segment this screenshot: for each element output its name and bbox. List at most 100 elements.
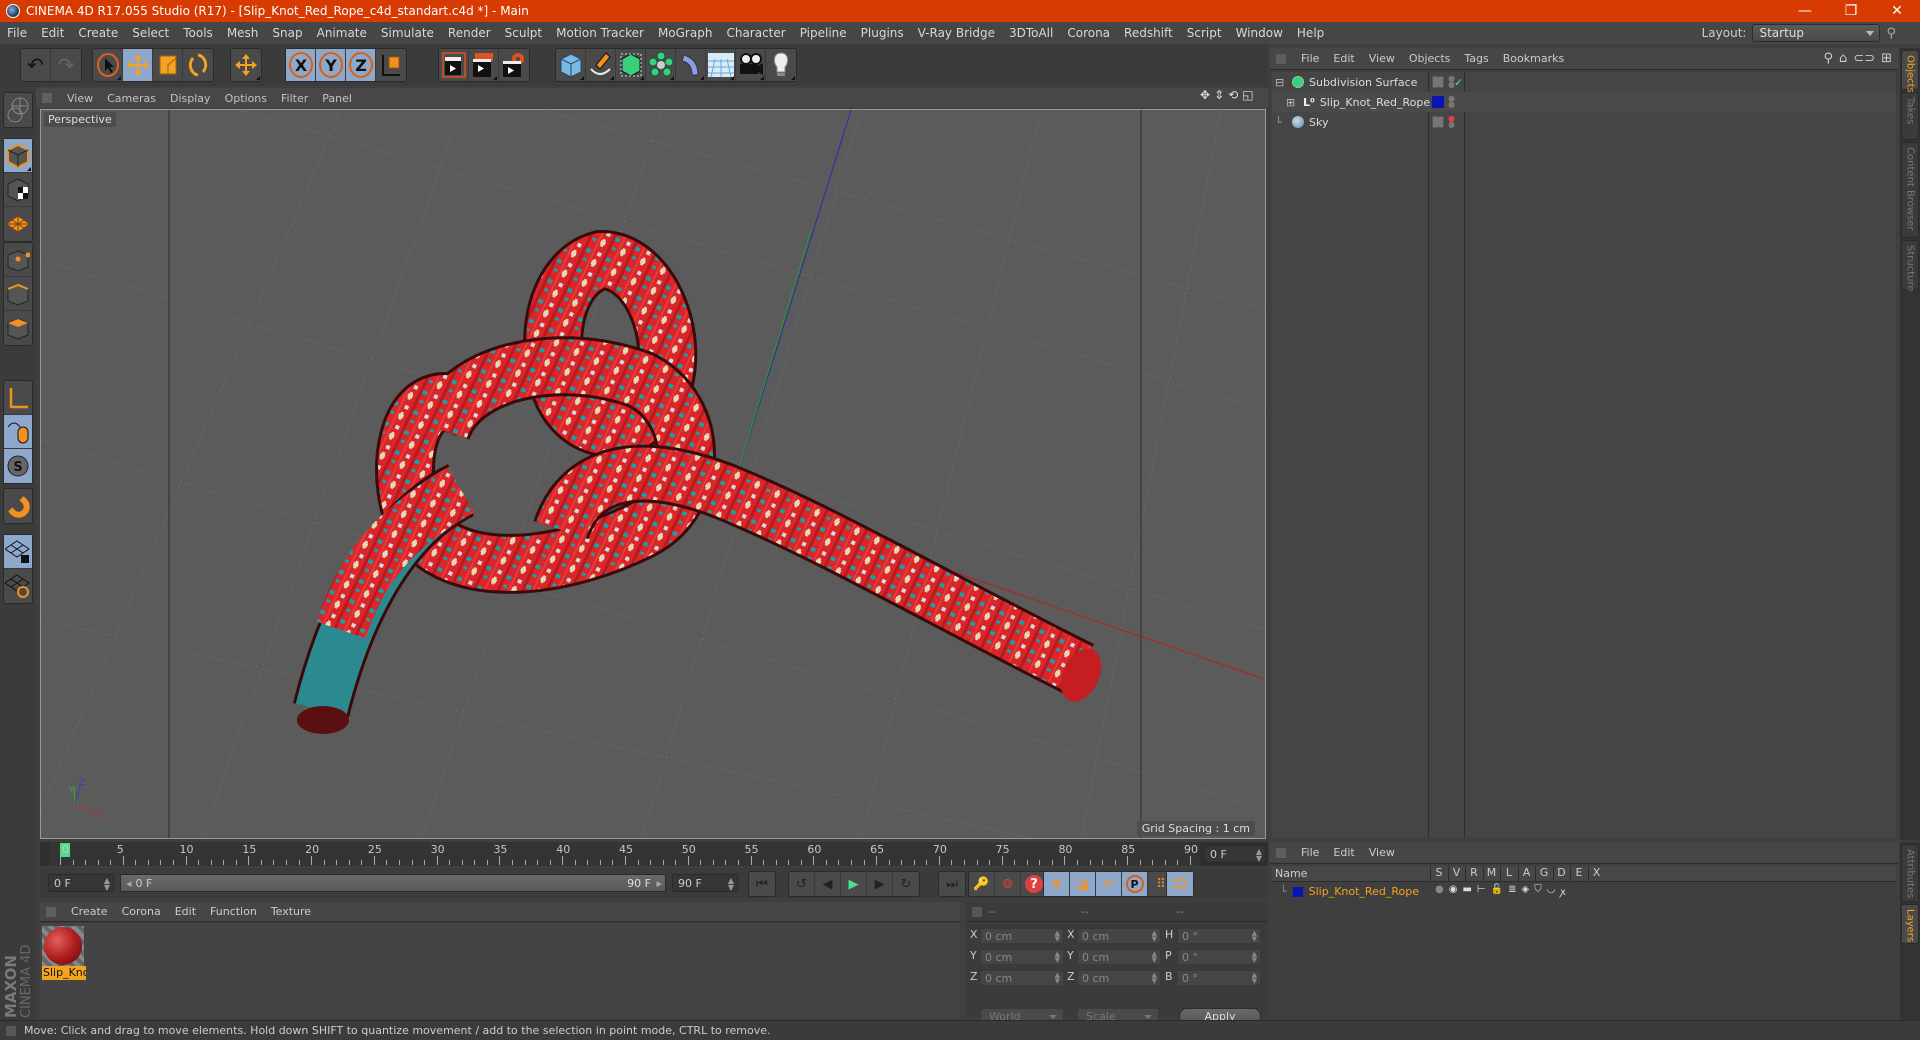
camera-label[interactable]: Perspective bbox=[44, 112, 116, 127]
points-mode-button[interactable] bbox=[4, 243, 32, 277]
viewport-menu-display[interactable]: Display bbox=[163, 92, 218, 105]
slip-knot-rope-model[interactable] bbox=[292, 229, 1109, 734]
polygons-mode-button[interactable] bbox=[4, 311, 32, 345]
layer-column-g[interactable]: G bbox=[1535, 866, 1552, 882]
menu-motion-tracker[interactable]: Motion Tracker bbox=[549, 26, 651, 40]
dolly-view-icon[interactable]: ⇕ bbox=[1214, 88, 1224, 102]
key-rotation-button[interactable]: ⟳ bbox=[1096, 872, 1122, 896]
menu-animate[interactable]: Animate bbox=[310, 26, 374, 40]
key-position-button[interactable]: ✥ bbox=[1044, 872, 1070, 896]
autokeying-button[interactable]: ⦾ bbox=[995, 872, 1021, 896]
add-cloner-button[interactable] bbox=[646, 49, 676, 81]
layer-column-x[interactable]: X bbox=[1587, 866, 1605, 882]
restore-button[interactable]: ❐ bbox=[1828, 0, 1874, 22]
rotation-p-field[interactable]: 0 ° ▲ ▼ bbox=[1177, 949, 1261, 965]
locked-workplane-button[interactable] bbox=[4, 535, 32, 569]
menu-window[interactable]: Window bbox=[1229, 26, 1290, 40]
object-name[interactable]: Sky bbox=[1309, 116, 1328, 129]
layer-color-swatch[interactable] bbox=[1292, 886, 1303, 897]
menu-v-ray-bridge[interactable]: V-Ray Bridge bbox=[911, 26, 1002, 40]
object-menu-objects[interactable]: Objects bbox=[1402, 52, 1458, 65]
layer-column-l[interactable]: L bbox=[1500, 866, 1517, 882]
object-menu-file[interactable]: File bbox=[1294, 52, 1326, 65]
menu-mograph[interactable]: MoGraph bbox=[651, 26, 720, 40]
menu-snap[interactable]: Snap bbox=[265, 26, 309, 40]
visibility-dots-icon[interactable]: ● ● bbox=[1448, 95, 1455, 109]
layer-name[interactable]: Slip_Knot_Red_Rope bbox=[1309, 885, 1419, 898]
axis-mode-button[interactable] bbox=[4, 381, 32, 415]
menu-corona[interactable]: Corona bbox=[1060, 26, 1117, 40]
object-menu-view[interactable]: View bbox=[1362, 52, 1402, 65]
position-x-field[interactable]: 0 cm ▲ ▼ bbox=[980, 928, 1064, 944]
object-row-sky[interactable]: └ Sky ● ● bbox=[1272, 112, 1896, 132]
spinner-icon[interactable]: ▲ ▼ bbox=[1152, 930, 1157, 943]
edges-mode-button[interactable] bbox=[4, 277, 32, 311]
add-floor-button[interactable] bbox=[706, 49, 736, 81]
layer-column-a[interactable]: A bbox=[1517, 866, 1535, 882]
menu-mesh[interactable]: Mesh bbox=[220, 26, 266, 40]
material-item[interactable]: Slip_Knc bbox=[42, 926, 86, 984]
workplane-mode-button[interactable] bbox=[4, 207, 32, 241]
texture-mode-button[interactable] bbox=[4, 173, 32, 207]
close-button[interactable]: ✕ bbox=[1874, 0, 1920, 22]
rotation-b-field[interactable]: 0 ° ▲ ▼ bbox=[1177, 970, 1261, 986]
spinner-icon[interactable]: ▲ ▼ bbox=[1252, 930, 1257, 943]
menu-help[interactable]: Help bbox=[1290, 26, 1331, 40]
panel-grip-icon[interactable] bbox=[1276, 847, 1286, 858]
start-frame-field[interactable]: 0 F ▲ ▼ bbox=[48, 874, 114, 892]
end-frame-field[interactable]: 90 F ▲ ▼ bbox=[672, 874, 738, 892]
size-x-field[interactable]: 0 cm ▲ ▼ bbox=[1077, 928, 1161, 944]
viewport-menu-view[interactable]: View bbox=[60, 92, 100, 105]
recent-tool-button[interactable] bbox=[231, 49, 261, 81]
panel-grip-icon[interactable] bbox=[1276, 53, 1286, 64]
make-editable-button[interactable] bbox=[4, 93, 32, 127]
spinner-icon[interactable]: ▲ ▼ bbox=[1055, 951, 1060, 964]
menu-pipeline[interactable]: Pipeline bbox=[793, 26, 854, 40]
home-icon[interactable]: ⌂ bbox=[1839, 51, 1847, 66]
spinner-icon[interactable]: ▲ ▼ bbox=[1252, 972, 1257, 985]
spinner-icon[interactable]: ▲ ▼ bbox=[1152, 972, 1157, 985]
z-axis-lock-button[interactable]: Z bbox=[346, 49, 376, 81]
snap-button[interactable] bbox=[4, 489, 32, 523]
move-tool-button[interactable] bbox=[123, 49, 153, 81]
object-name[interactable]: Subdivision Surface bbox=[1309, 76, 1417, 89]
material-menu-function[interactable]: Function bbox=[203, 905, 264, 918]
new-panel-icon[interactable]: ⊞ bbox=[1881, 51, 1892, 66]
layer-menu-edit[interactable]: Edit bbox=[1326, 846, 1361, 859]
add-cube-button[interactable] bbox=[556, 49, 586, 81]
enabled-check-icon[interactable]: ✓ bbox=[1454, 76, 1463, 89]
deformer-shield-icon[interactable]: ⛉ bbox=[1534, 884, 1542, 898]
timeline-window-button[interactable]: 🎞 bbox=[1167, 872, 1193, 896]
scale-tool-button[interactable] bbox=[153, 49, 183, 81]
visible-eye-icon[interactable]: ◉ bbox=[1449, 884, 1458, 898]
frame-ruler[interactable]: 0 5 10 15 20 25 30 35 40 45 50 55 60 65 70 75 80 85 90 bbox=[50, 842, 1200, 866]
previous-frame-button[interactable]: ◀ bbox=[815, 872, 841, 896]
render-to-picture-viewer-button[interactable] bbox=[469, 49, 499, 81]
play-button[interactable]: ▶ bbox=[841, 872, 867, 896]
x-axis-lock-button[interactable]: X bbox=[286, 49, 316, 81]
range-end-handle-icon[interactable]: ▸ bbox=[656, 877, 662, 890]
layer-column-v[interactable]: V bbox=[1447, 866, 1465, 882]
previous-key-button[interactable]: ↺ bbox=[789, 872, 815, 896]
position-y-field[interactable]: 0 cm ▲ ▼ bbox=[980, 949, 1064, 965]
menu-3dtoall[interactable]: 3DToAll bbox=[1002, 26, 1060, 40]
toggle-layout-icon[interactable]: ◱ bbox=[1242, 88, 1253, 102]
layer-column-name[interactable]: Name bbox=[1275, 867, 1307, 880]
rotation-h-field[interactable]: 0 ° ▲ ▼ bbox=[1177, 928, 1261, 944]
object-menu-bookmarks[interactable]: Bookmarks bbox=[1496, 52, 1571, 65]
menu-render[interactable]: Render bbox=[441, 26, 498, 40]
viewport-menu-filter[interactable]: Filter bbox=[274, 92, 315, 105]
side-tab-objects[interactable]: Objects bbox=[1901, 50, 1919, 93]
search-icon[interactable]: ⚲ bbox=[1824, 51, 1834, 66]
object-row-slip-knot-red-rope[interactable]: ⊞ L⁰ Slip_Knot_Red_Rope ● ● bbox=[1272, 92, 1896, 112]
move-view-icon[interactable]: ✥ bbox=[1200, 88, 1210, 102]
redo-button[interactable]: ↷ bbox=[51, 49, 81, 81]
material-menu-edit[interactable]: Edit bbox=[168, 905, 203, 918]
key-scale-button[interactable]: ◪ bbox=[1070, 872, 1096, 896]
layer-color-swatch[interactable] bbox=[1432, 96, 1444, 108]
animation-icon[interactable]: ≣ bbox=[1508, 884, 1516, 898]
material-menu-create[interactable]: Create bbox=[64, 905, 115, 918]
layer-row[interactable]: └ Slip_Knot_Red_Rope ● ◉ ▬ ⊢ 🔓 ≣ ◈ ⛉ ◡ ꭗ bbox=[1272, 883, 1896, 900]
solo-button[interactable]: S bbox=[4, 449, 32, 483]
rotate-tool-button[interactable] bbox=[183, 49, 213, 81]
